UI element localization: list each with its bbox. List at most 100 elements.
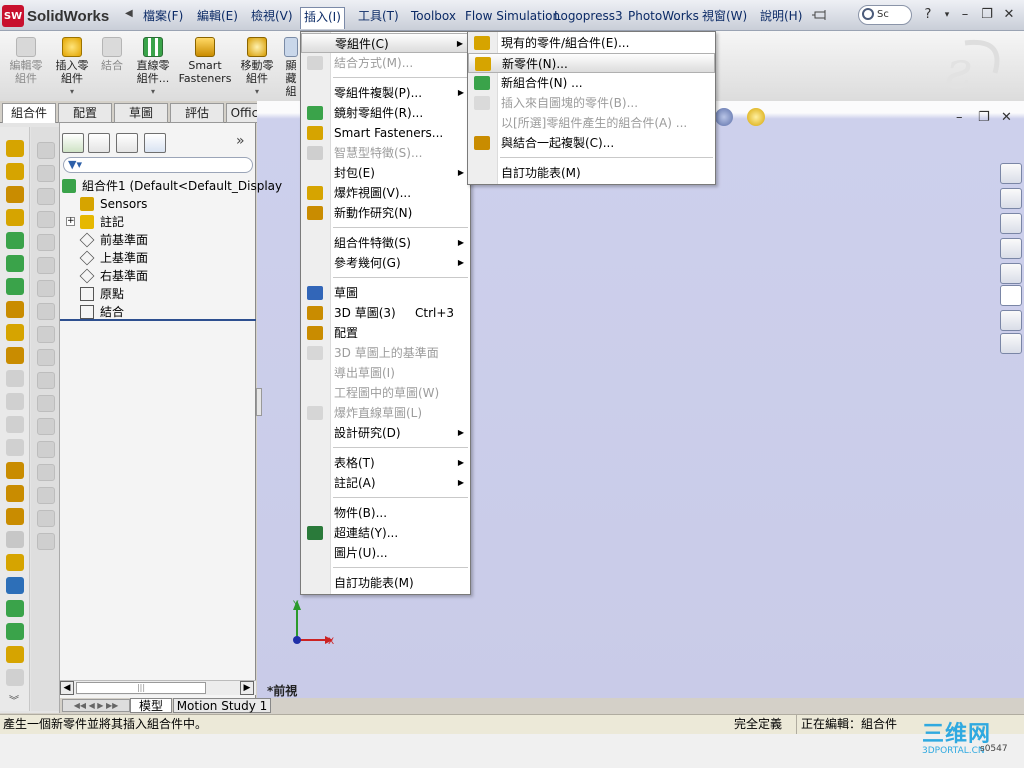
appearances-icon[interactable] — [1000, 310, 1022, 331]
toolbar-tool-icon[interactable] — [6, 508, 24, 525]
menu-item-參考幾何[interactable]: 參考幾何(G) ▶ — [301, 253, 470, 273]
menu-item-智慧型特徵[interactable]: 智慧型特徵(S)... — [301, 143, 470, 163]
menu-window[interactable]: 視窗(W) — [699, 7, 750, 25]
expand-icon[interactable]: + — [66, 217, 75, 226]
tree-item[interactable]: 原點 — [80, 285, 256, 303]
menu-item-圖片[interactable]: 圖片(U)... — [301, 543, 470, 563]
menu-item-以-所選-零組件產生的組合件[interactable]: 以[所選]零組件產生的組合件(A) ... — [468, 113, 715, 133]
show-hide-button[interactable]: 顯 藏 組 — [282, 35, 300, 97]
property-manager-tab-icon[interactable] — [88, 133, 110, 153]
chevron-down-icon[interactable]: ▾ — [130, 85, 176, 98]
menu-item-自訂功能表[interactable]: 自訂功能表(M) — [301, 573, 470, 593]
toolbar-tool-icon[interactable] — [6, 186, 24, 203]
toolbar-tool-icon[interactable] — [37, 349, 55, 366]
menu-photoworks[interactable]: PhotoWorks — [625, 7, 702, 25]
toolbar-tool-icon[interactable] — [6, 393, 24, 410]
menu-item-鏡射零組件[interactable]: 鏡射零組件(R)... — [301, 103, 470, 123]
scroll-thumb[interactable]: ||| — [76, 682, 206, 694]
toolbar-tool-icon[interactable] — [6, 347, 24, 364]
menu-item-工程圖中的草圖[interactable]: 工程圖中的草圖(W) — [301, 383, 470, 403]
help-dropdown-icon[interactable]: ▾ — [940, 7, 954, 23]
menu-insert[interactable]: 插入(I) — [300, 7, 345, 29]
toolbar-tool-icon[interactable] — [6, 370, 24, 387]
toolbar-tool-icon[interactable] — [6, 278, 24, 295]
toolbar-tool-icon[interactable] — [37, 372, 55, 389]
pin-icon[interactable] — [812, 9, 828, 21]
menu-help[interactable]: 說明(H) — [757, 7, 805, 25]
tab-assembly[interactable]: 組合件 — [2, 103, 56, 123]
menu-view[interactable]: 檢視(V) — [248, 7, 296, 25]
restore-button[interactable]: ❐ — [980, 7, 994, 23]
toolbar-tool-icon[interactable] — [6, 577, 24, 594]
menu-item-自訂功能表[interactable]: 自訂功能表(M) — [468, 163, 715, 183]
toolbar-tool-icon[interactable] — [37, 533, 55, 550]
toolbar-tool-icon[interactable] — [6, 462, 24, 479]
menu-item-現有的零件-組合件[interactable]: 現有的零件/組合件(E)... — [468, 33, 715, 53]
menu-item-新零件[interactable]: 新零件(N)... — [468, 53, 715, 73]
toolbar-tool-icon[interactable] — [6, 301, 24, 318]
chevron-down-icon[interactable]: ▾ — [50, 85, 94, 98]
file-explorer-icon[interactable] — [1000, 285, 1022, 306]
menu-item-零組件[interactable]: 零組件(C) ▶ — [301, 33, 470, 53]
tab-model[interactable]: 模型 — [130, 698, 172, 713]
toolbar-tool-icon[interactable] — [37, 234, 55, 251]
toolbar-tool-icon[interactable] — [6, 140, 24, 157]
graphics-close-button[interactable]: ✕ — [1001, 110, 1012, 125]
menu-item-插入來自圖塊的零件[interactable]: 插入來自圖塊的零件(B)... — [468, 93, 715, 113]
graphics-restore-button[interactable]: ❐ — [978, 110, 990, 125]
collapse-panel-icon[interactable]: » — [236, 133, 245, 149]
help-icon[interactable]: ? — [921, 7, 935, 23]
menu-item-組合件特徵[interactable]: 組合件特徵(S) ▶ — [301, 233, 470, 253]
toolbar-tool-icon[interactable] — [37, 257, 55, 274]
menu-item-物件[interactable]: 物件(B)... — [301, 503, 470, 523]
mate-button[interactable]: 結合 — [97, 35, 127, 97]
tab-configuration[interactable]: 配置 — [58, 103, 112, 123]
menu-item-超連結[interactable]: 超連結(Y)... — [301, 523, 470, 543]
menu-item-爆炸直線草圖[interactable]: 爆炸直線草圖(L) — [301, 403, 470, 423]
tree-item[interactable]: 右基準面 — [79, 267, 256, 285]
menu-item-零組件複製[interactable]: 零組件複製(P)... ▶ — [301, 83, 470, 103]
tree-item[interactable]: 上基準面 — [79, 249, 256, 267]
graphics-minimize-button[interactable]: – — [956, 110, 963, 125]
scroll-right-icon[interactable]: ▶ — [240, 681, 254, 695]
toolbar-tool-icon[interactable] — [6, 255, 24, 272]
filter-input[interactable]: ▼▾ — [63, 157, 253, 173]
feature-tree-tab-icon[interactable] — [62, 133, 84, 153]
smart-fasteners-button[interactable]: Smart Fasteners — [178, 35, 232, 97]
toolbar-tool-icon[interactable] — [37, 303, 55, 320]
menu-item-封包[interactable]: 封包(E) ▶ — [301, 163, 470, 183]
tree-item[interactable]: 前基準面 — [79, 231, 256, 249]
menu-item-設計研究[interactable]: 設計研究(D) ▶ — [301, 423, 470, 443]
toolbar-tool-icon[interactable] — [6, 485, 24, 502]
home-icon[interactable] — [1000, 188, 1022, 209]
search-input[interactable]: Sc — [858, 5, 912, 25]
design-library-icon[interactable] — [1000, 213, 1022, 234]
toolbar-tool-icon[interactable] — [6, 416, 24, 433]
menu-item-草圖[interactable]: 草圖 — [301, 283, 470, 303]
toolbar-tool-icon[interactable] — [6, 324, 24, 341]
menu-item-與結合一起複製[interactable]: 與結合一起複製(C)... — [468, 133, 715, 153]
toolbar-tool-icon[interactable] — [37, 395, 55, 412]
toolbar-tool-icon[interactable] — [37, 464, 55, 481]
menu-item-註記[interactable]: 註記(A) ▶ — [301, 473, 470, 493]
solidworks-logo[interactable]: SW SolidWorks — [2, 4, 124, 28]
menu-file[interactable]: 檔案(F) — [140, 7, 186, 25]
toolbar-tool-icon[interactable] — [6, 439, 24, 456]
folder-icon[interactable] — [1000, 238, 1022, 259]
menu-tools[interactable]: 工具(T) — [355, 7, 402, 25]
menu-item-結合方式[interactable]: 結合方式(M)... — [301, 53, 470, 73]
menu-toolbox[interactable]: Toolbox — [408, 7, 459, 25]
view-palette-icon[interactable] — [1000, 263, 1022, 284]
configuration-manager-tab-icon[interactable] — [116, 133, 138, 153]
view-settings-icon[interactable] — [715, 108, 733, 126]
toolbar-tool-icon[interactable] — [6, 209, 24, 226]
toolbar-tool-icon[interactable] — [37, 487, 55, 504]
toolbar-tool-icon[interactable] — [37, 165, 55, 182]
tab-evaluate[interactable]: 評估 — [170, 103, 224, 123]
menu-collapse-icon[interactable]: ◀ — [125, 8, 135, 22]
toolbar-tool-icon[interactable] — [37, 188, 55, 205]
menu-item-smart-fasteners[interactable]: Smart Fasteners... — [301, 123, 470, 143]
move-component-button[interactable]: 移動零 組件 ▾ — [234, 35, 280, 97]
close-button[interactable]: ✕ — [1002, 7, 1016, 23]
menu-item-表格[interactable]: 表格(T) ▶ — [301, 453, 470, 473]
